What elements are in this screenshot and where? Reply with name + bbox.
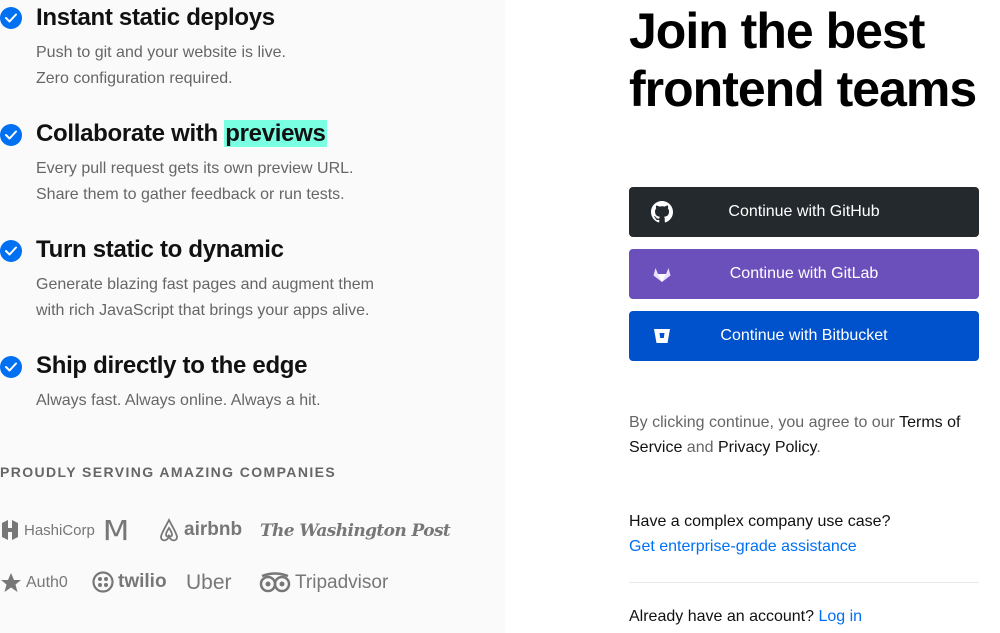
feature-desc-line: Every pull request gets its own preview … (36, 160, 354, 177)
mcdonalds-text: M (102, 514, 130, 547)
feature-title: Turn static to dynamic (36, 236, 284, 263)
github-icon (651, 201, 673, 223)
legal-text: and (682, 439, 718, 456)
feature-desc-line: Share them to gather feedback or run tes… (36, 186, 345, 203)
enterprise-section: Have a complex company use case? Get ent… (629, 509, 890, 559)
auth0-text: Auth0 (26, 574, 68, 591)
serving-heading: PROUDLY SERVING AMAZING COMPANIES (0, 464, 337, 480)
legal-text: . (816, 439, 821, 456)
continue-github-button[interactable]: Continue with GitHub (629, 187, 979, 237)
feature-title-text: Collaborate with (36, 120, 225, 147)
hashicorp-logo: HashiCorp (0, 519, 95, 541)
tripadvisor-icon (259, 572, 291, 593)
title-line: frontend teams (629, 61, 977, 117)
login-question: Already have an account? (629, 608, 819, 625)
check-icon (0, 356, 22, 378)
legal-notice: By clicking continue, you agree to our T… (629, 410, 979, 460)
title-line: Join the best (629, 3, 925, 59)
feature-desc-line: Push to git and your website is live. (36, 44, 286, 61)
uber-logo: Uber (186, 571, 232, 595)
feature-description: Push to git and your website is live. Ze… (36, 40, 476, 92)
login-link[interactable]: Log in (818, 608, 862, 625)
github-button-label: Continue with GitHub (728, 203, 880, 220)
airbnb-logo: airbnb (158, 518, 242, 542)
highlight-text: previews (224, 120, 327, 147)
features-panel: Instant static deploys Push to git and y… (0, 0, 505, 633)
hashicorp-icon (2, 520, 18, 540)
bitbucket-icon (654, 329, 670, 343)
auth0-logo: Auth0 (0, 572, 68, 594)
auth0-icon (1, 573, 21, 592)
feature-description: Always fast. Always online. Always a hit… (36, 388, 476, 414)
gitlab-icon (653, 268, 671, 282)
washington-post-text: The Washington Post (260, 521, 451, 541)
enterprise-link[interactable]: Get enterprise-grade assistance (629, 538, 857, 555)
divider (629, 582, 979, 583)
legal-text: By clicking continue, you agree to our (629, 414, 900, 431)
feature-desc-line: with rich JavaScript that brings your ap… (36, 302, 370, 319)
bitbucket-button-label: Continue with Bitbucket (720, 327, 888, 344)
airbnb-icon (160, 518, 178, 542)
feature-desc-line: Always fast. Always online. Always a hit… (36, 392, 321, 409)
feature-title: Collaborate with previews (36, 120, 327, 148)
check-icon (0, 7, 22, 29)
feature-title: Ship directly to the edge (36, 352, 308, 379)
washington-post-logo: The Washington Post (260, 521, 451, 541)
feature-description: Every pull request gets its own preview … (36, 156, 476, 208)
login-prompt: Already have an account? Log in (629, 608, 862, 626)
continue-bitbucket-button[interactable]: Continue with Bitbucket (629, 311, 979, 361)
privacy-link[interactable]: Privacy Policy (718, 439, 816, 456)
page-title: Join the best frontend teams (629, 2, 977, 118)
check-icon (0, 240, 22, 262)
airbnb-text: airbnb (184, 519, 243, 540)
mcdonalds-logo: M (103, 514, 130, 547)
enterprise-question: Have a complex company use case? (629, 513, 891, 530)
feature-title: Instant static deploys (36, 4, 275, 31)
twilio-icon (92, 571, 114, 593)
twilio-logo: twilio (92, 571, 167, 593)
continue-gitlab-button[interactable]: Continue with GitLab (629, 249, 979, 299)
feature-description: Generate blazing fast pages and augment … (36, 272, 476, 324)
uber-text: Uber (186, 571, 232, 594)
hashicorp-text: HashiCorp (24, 521, 95, 539)
tripadvisor-logo: Tripadvisor (259, 572, 388, 594)
tripadvisor-text: Tripadvisor (295, 572, 389, 593)
gitlab-button-label: Continue with GitLab (729, 265, 879, 282)
feature-desc-line: Generate blazing fast pages and augment … (36, 276, 374, 293)
feature-desc-line: Zero configuration required. (36, 70, 233, 87)
check-icon (0, 124, 22, 146)
twilio-text: twilio (118, 571, 167, 592)
